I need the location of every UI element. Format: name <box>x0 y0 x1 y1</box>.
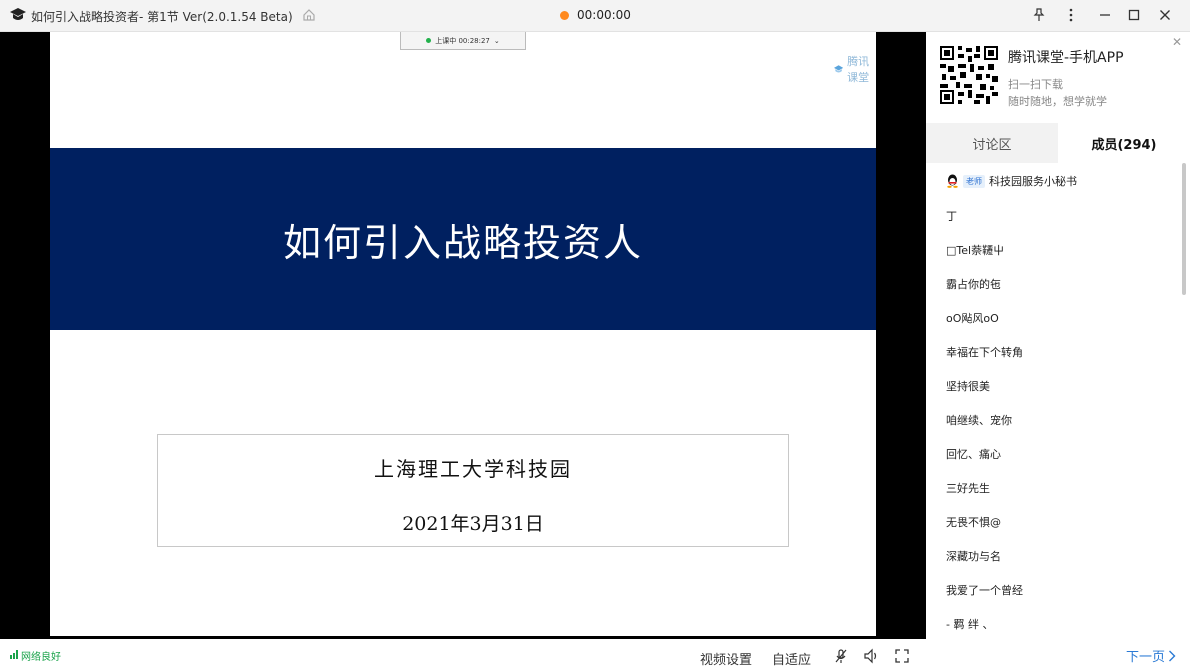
chevron-right-icon <box>1169 650 1176 661</box>
title-bar: 如何引入战略投资者- 第1节 Ver(2.0.1.54 Beta) 00:00:… <box>0 0 1190 32</box>
qq-penguin-icon <box>947 174 958 188</box>
member-name: 咱继续、宠你 <box>946 414 1012 427</box>
member-name: 三好先生 <box>946 482 990 495</box>
class-status-pill[interactable]: 上课中 00:28:27 ⌄ <box>400 32 526 50</box>
date-text: 2021年3月31日 <box>402 513 544 535</box>
list-item[interactable]: - 羁 绊 、 <box>946 616 993 632</box>
list-item[interactable]: 丁 <box>946 208 957 224</box>
tab-members[interactable]: 成员(294) <box>1058 123 1190 163</box>
member-name: 霸占你的㐌 <box>946 278 1001 291</box>
video-area[interactable]: 上课中 00:28:27 ⌄ 腾讯课堂 如何引入战略投资人 上海理工大学科技园 … <box>0 32 926 639</box>
teacher-badge: 老师 <box>963 174 985 188</box>
member-name: 坚持很美 <box>946 380 990 393</box>
close-window-button[interactable] <box>1156 6 1174 24</box>
tencent-classroom-logo-icon <box>834 64 844 72</box>
list-item[interactable]: □Tel萘韆屮 <box>946 242 1004 258</box>
pin-icon <box>1033 8 1045 21</box>
close-promo-button[interactable]: ✕ <box>1172 35 1182 49</box>
member-name: □Tel萘韆屮 <box>946 244 1005 257</box>
member-name: 我爱了一个曾经 <box>946 584 1023 597</box>
member-name: 回忆、痛心 <box>946 448 1001 461</box>
recording-indicator <box>560 11 569 20</box>
maximize-icon <box>1128 9 1140 21</box>
member-name: 深藏功与名 <box>946 550 1001 563</box>
app-name: 腾讯课堂-手机APP <box>1008 50 1124 66</box>
right-panel: 腾讯课堂-手机APP 扫一扫下载 随时随地，想学就学 ✕ 讨论区 成员(294)… <box>926 32 1190 671</box>
slide-info-box: 上海理工大学科技园 2021年3月31日 <box>157 434 789 547</box>
video-settings-button[interactable]: 视频设置 <box>700 649 752 668</box>
chevron-down-icon: ⌄ <box>493 36 500 45</box>
next-page-link[interactable]: 下一页 <box>1126 646 1176 665</box>
list-item[interactable]: 幸福在下个转角 <box>946 344 1023 360</box>
fullscreen-icon[interactable] <box>894 648 910 664</box>
network-status: 网络良好 <box>21 652 61 663</box>
member-name: 科技园服务小秘书 <box>989 175 1077 188</box>
list-item[interactable]: 无畏不惧@ <box>946 514 1001 530</box>
list-item[interactable]: 三好先生 <box>946 480 990 496</box>
minimize-icon <box>1100 14 1110 16</box>
list-item[interactable]: 我爱了一个曾经 <box>946 582 1023 598</box>
title-band: 如何引入战略投资人 <box>50 148 876 330</box>
slogan-text: 随时随地，想学就学 <box>1008 95 1107 108</box>
minimize-button[interactable] <box>1096 6 1114 24</box>
tab-discussion[interactable]: 讨论区 <box>926 123 1058 163</box>
more-vertical-icon <box>1069 8 1073 22</box>
network-signal-icon <box>10 650 18 659</box>
maximize-button[interactable] <box>1125 6 1143 24</box>
list-item[interactable]: 深藏功与名 <box>946 548 1001 564</box>
member-name: 丁 <box>946 210 957 223</box>
list-item[interactable]: oO飐风oO <box>946 310 999 326</box>
next-page-label: 下一页 <box>1126 650 1166 665</box>
list-item[interactable]: 回忆、痛心 <box>946 446 1001 462</box>
member-name: - 羁 绊 、 <box>946 618 994 631</box>
organization-text: 上海理工大学科技园 <box>374 457 572 481</box>
slide-title: 如何引入战略投资人 <box>282 220 643 265</box>
close-icon <box>1160 10 1170 20</box>
live-dot-icon <box>426 38 432 43</box>
scan-text: 扫一扫下载 <box>1008 78 1063 91</box>
panel-tabs: 讨论区 成员(294) <box>926 123 1190 163</box>
member-name: 幸福在下个转角 <box>946 346 1023 359</box>
more-menu-button[interactable] <box>1062 6 1080 24</box>
tencent-classroom-logo-icon <box>10 8 26 20</box>
member-list-scrollbar[interactable] <box>1182 163 1186 295</box>
qr-code-icon <box>940 46 998 104</box>
class-status-text: 上课中 00:28:27 <box>435 36 490 45</box>
member-name: 无畏不惧@ <box>946 516 1001 529</box>
mic-muted-icon[interactable] <box>833 648 849 664</box>
list-item[interactable]: 老师 科技园服务小秘书 <box>946 173 1077 189</box>
presentation-slide: 上课中 00:28:27 ⌄ 腾讯课堂 如何引入战略投资人 上海理工大学科技园 … <box>50 32 876 636</box>
list-item[interactable]: 坚持很美 <box>946 378 990 394</box>
window-title: 如何引入战略投资者- 第1节 Ver(2.0.1.54 Beta) <box>31 10 293 24</box>
member-name: oO飐风oO <box>946 312 999 325</box>
watermark-text: 腾讯课堂 <box>847 55 870 84</box>
volume-icon[interactable] <box>863 648 879 664</box>
watermark: 腾讯课堂 <box>834 53 876 85</box>
list-item[interactable]: 霸占你的㐌 <box>946 276 1001 292</box>
pin-button[interactable] <box>1030 6 1048 24</box>
home-icon[interactable] <box>302 8 316 22</box>
adaptive-button[interactable]: 自适应 <box>772 649 811 668</box>
session-timer: 00:00:00 <box>577 8 631 22</box>
list-item[interactable]: 咱继续、宠你 <box>946 412 1012 428</box>
